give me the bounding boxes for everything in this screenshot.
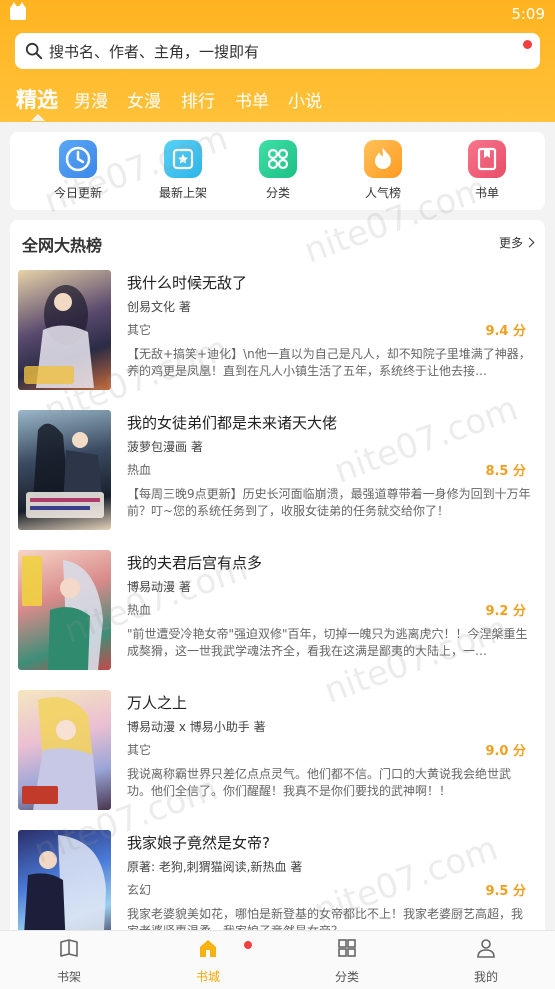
section-title: 全网大热榜 (22, 236, 103, 255)
profile-icon (477, 939, 495, 958)
nav-bookshelf[interactable]: 书架 (29, 937, 109, 985)
book-score: 8.5 分 (485, 464, 526, 479)
bookshelf-icon (60, 939, 78, 957)
quicknav-categories[interactable]: 分类 (238, 140, 318, 201)
tab-male-comics[interactable]: 男漫 (74, 87, 108, 112)
book-description: 【无敌+搞笑+迪化】\n他一直以为自己是凡人，却不知院子里堆满了神器，养的鸡更是… (127, 347, 531, 378)
cat-app-icon (10, 2, 26, 20)
nav-bookstore[interactable]: 书城 (168, 937, 248, 985)
book-score: 9.0 分 (485, 744, 526, 759)
book-author: 菠萝包漫画 著 (127, 440, 203, 454)
bookstore-icon (200, 940, 216, 957)
book-description: 我说离称霸世界只差亿点点灵气。他们都不信。门口的大黄说我会绝世武功。他们全信了。… (127, 767, 512, 798)
status-bar: 5:09 (0, 0, 555, 28)
booklist-icon (468, 140, 506, 178)
chevron-right-icon (524, 237, 535, 248)
book-item[interactable]: 我的夫君后宫有点多 博易动漫 著 热血 9.2 分 "前世遭受冷艳女帝"强迫双修… (18, 550, 538, 672)
search-input[interactable] (47, 33, 531, 71)
book-cover[interactable] (18, 550, 111, 670)
nav-categories[interactable]: 分类 (307, 937, 387, 985)
book-score: 9.4 分 (485, 324, 526, 339)
book-title[interactable]: 我的女徒弟们都是未来诸天大佬 (127, 412, 337, 433)
quicknav-booklist[interactable]: 书单 (447, 140, 527, 201)
book-genre: 热血 (127, 603, 152, 617)
book-genre: 玄幻 (127, 883, 152, 897)
bottom-nav: 书架 书城 分类 我的 (0, 930, 555, 989)
book-author: 博易动漫 著 (127, 580, 191, 594)
header-bar: 5:09 精选 男漫 女漫 排行 书单 小说 (0, 0, 555, 122)
book-cover[interactable] (18, 410, 111, 530)
book-cover[interactable] (18, 270, 111, 390)
category-icon (259, 140, 297, 178)
hot-ranking-panel: 全网大热榜 更多 我什么时候无敌了 创易文化 著 其它 9.4 分 【无敌+搞笑… (10, 220, 545, 940)
quick-nav: 今日更新 最新上架 分类 人气榜 书单 (10, 132, 545, 210)
search-bar[interactable] (15, 33, 540, 71)
quicknav-new-arrivals[interactable]: 最新上架 (143, 140, 223, 201)
notification-dot (523, 40, 532, 49)
book-item[interactable]: 我什么时候无敌了 创易文化 著 其它 9.4 分 【无敌+搞笑+迪化】\n他一直… (18, 270, 538, 392)
nav-profile[interactable]: 我的 (446, 937, 526, 985)
book-title[interactable]: 万人之上 (127, 692, 187, 713)
tab-featured[interactable]: 精选 (16, 84, 58, 114)
book-title[interactable]: 我的夫君后宫有点多 (127, 552, 262, 573)
book-title[interactable]: 我什么时候无敌了 (127, 272, 247, 293)
book-description: "前世遭受冷艳女帝"强迫双修"百年，切掉一魄只为逃离虎穴！！今涅槃重生成獒猾，这… (127, 627, 528, 658)
book-item[interactable]: 万人之上 博易动漫 x 博易小助手 著 其它 9.0 分 我说离称霸世界只差亿点… (18, 690, 538, 812)
quicknav-label: 书单 (474, 186, 499, 200)
quicknav-label: 人气榜 (364, 186, 401, 200)
book-author: 原著: 老狗,刺猬猫阅读,新热血 著 (127, 860, 303, 874)
quicknav-label: 今日更新 (53, 186, 102, 200)
status-time: 5:09 (511, 5, 545, 23)
book-genre: 热血 (127, 463, 152, 477)
category-tabs: 精选 男漫 女漫 排行 书单 小说 (0, 84, 555, 121)
tab-booklist[interactable]: 书单 (235, 87, 269, 112)
quicknav-popular[interactable]: 人气榜 (343, 140, 423, 201)
quicknav-label: 分类 (265, 186, 290, 200)
tab-female-comics[interactable]: 女漫 (127, 87, 161, 112)
book-cover[interactable] (18, 690, 111, 810)
quicknav-today-updates[interactable]: 今日更新 (38, 140, 118, 201)
search-icon (25, 42, 43, 60)
tab-novels[interactable]: 小说 (288, 87, 322, 112)
nav-label: 我的 (473, 970, 498, 984)
new-shelf-icon (164, 140, 202, 178)
book-description: 【每周三晚9点更新】历史长河面临崩溃，最强道尊带着一身修为回到十万年前？叮~您的… (127, 487, 531, 518)
clock-icon (59, 140, 97, 178)
book-cover[interactable] (18, 830, 111, 940)
quicknav-label: 最新上架 (158, 186, 207, 200)
tab-indicator (31, 114, 45, 121)
book-genre: 其它 (127, 323, 152, 337)
book-item[interactable]: 我家娘子竟然是女帝? 原著: 老狗,刺猬猫阅读,新热血 著 玄幻 9.5 分 我… (18, 830, 538, 940)
book-author: 创易文化 著 (127, 300, 191, 314)
nav-label: 书城 (195, 970, 220, 984)
book-author: 博易动漫 x 博易小助手 著 (127, 720, 266, 734)
book-item[interactable]: 我的女徒弟们都是未来诸天大佬 菠萝包漫画 著 热血 8.5 分 【每周三晚9点更… (18, 410, 538, 532)
more-link[interactable]: 更多 (498, 234, 535, 251)
tab-ranking[interactable]: 排行 (181, 87, 215, 112)
flame-icon (364, 140, 402, 178)
nav-label: 书架 (56, 970, 81, 984)
nav-label: 分类 (334, 970, 359, 984)
more-label: 更多 (498, 236, 523, 250)
book-score: 9.5 分 (485, 884, 526, 899)
grid-icon (338, 939, 356, 957)
book-title[interactable]: 我家娘子竟然是女帝? (127, 832, 270, 853)
notification-dot (244, 941, 252, 949)
book-genre: 其它 (127, 743, 152, 757)
book-score: 9.2 分 (485, 604, 526, 619)
